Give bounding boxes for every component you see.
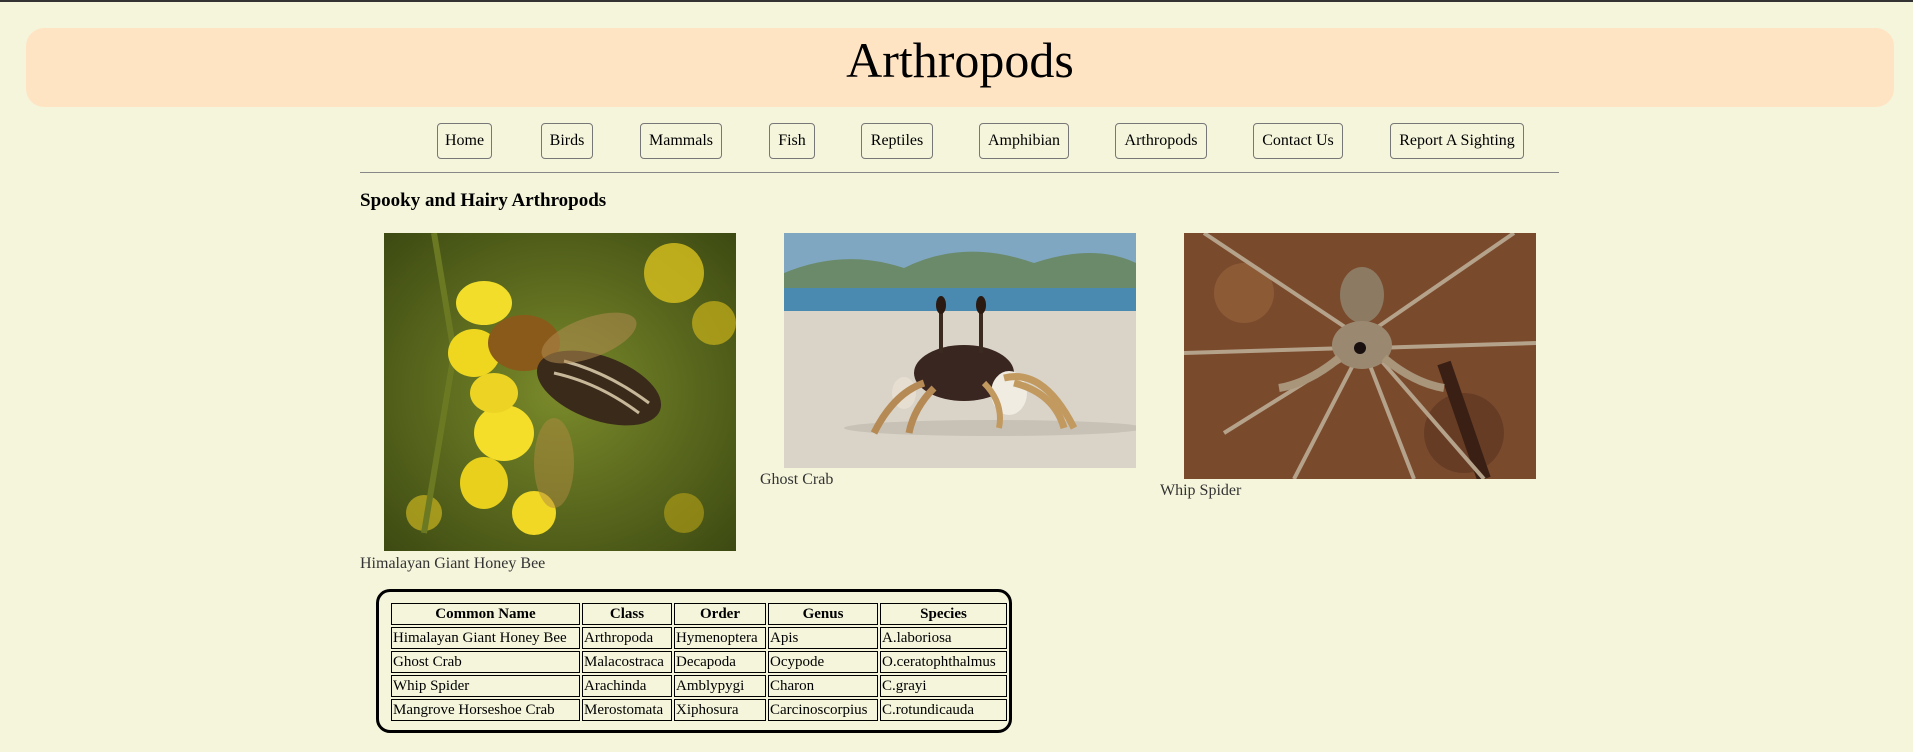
site-banner: Arthropods [26,28,1894,107]
column-header-species: Species [880,603,1007,625]
table-row: Mangrove Horseshoe Crab Merostomata Xiph… [391,699,1007,721]
table-cell: Himalayan Giant Honey Bee [391,627,580,649]
table-cell: Hymenoptera [674,627,766,649]
taxonomy-table-container: Common Name Class Order Genus Species Hi… [376,589,1012,733]
figure-caption: Himalayan Giant Honey Bee [360,555,546,572]
table-row: Whip Spider Arachinda Amblypygi Charon C… [391,675,1007,697]
figure-caption: Whip Spider [1160,482,1242,499]
table-cell: Arachinda [582,675,672,697]
table-cell: Malacostraca [582,651,672,673]
figure-caption: Ghost Crab [760,471,834,488]
column-header-order: Order [674,603,766,625]
table-cell: Amblypygi [674,675,766,697]
whip-spider-photo [1184,233,1536,479]
nav-arthropods-button[interactable]: Arthropods [1115,123,1207,159]
table-cell: A.laboriosa [880,627,1007,649]
table-cell: Decapoda [674,651,766,673]
column-header-genus: Genus [768,603,878,625]
nav-fish-button[interactable]: Fish [769,123,815,159]
table-header-row: Common Name Class Order Genus Species [391,603,1007,625]
table-cell: C.grayi [880,675,1007,697]
table-cell: Apis [768,627,878,649]
table-row: Ghost Crab Malacostraca Decapoda Ocypode… [391,651,1007,673]
table-cell: Whip Spider [391,675,580,697]
nav-contact-us-button[interactable]: Contact Us [1253,123,1343,159]
table-row: Himalayan Giant Honey Bee Arthropoda Hym… [391,627,1007,649]
table-cell: Carcinoscorpius [768,699,878,721]
nav-mammals-button[interactable]: Mammals [640,123,722,159]
nav-amphibian-button[interactable]: Amphibian [979,123,1069,159]
section-heading: Spooky and Hairy Arthropods [360,190,607,211]
main-nav: Home Birds Mammals Fish Reptiles Amphibi… [0,123,1913,159]
table-cell: Merostomata [582,699,672,721]
table-cell: Ghost Crab [391,651,580,673]
taxonomy-table: Common Name Class Order Genus Species Hi… [389,601,1009,723]
table-cell: Arthropoda [582,627,672,649]
table-cell: C.rotundicauda [880,699,1007,721]
nav-reptiles-button[interactable]: Reptiles [861,123,933,159]
nav-birds-button[interactable]: Birds [541,123,593,159]
table-cell: Charon [768,675,878,697]
nav-report-sighting-button[interactable]: Report A Sighting [1390,123,1524,159]
site-title: Arthropods [846,32,1074,88]
nav-divider [360,172,1559,173]
column-header-common-name: Common Name [391,603,580,625]
ghost-crab-photo [784,233,1136,468]
column-header-class: Class [582,603,672,625]
nav-home-button[interactable]: Home [437,123,492,159]
table-cell: O.ceratophthalmus [880,651,1007,673]
honey-bee-photo [384,233,736,551]
table-cell: Xiphosura [674,699,766,721]
table-cell: Ocypode [768,651,878,673]
table-cell: Mangrove Horseshoe Crab [391,699,580,721]
